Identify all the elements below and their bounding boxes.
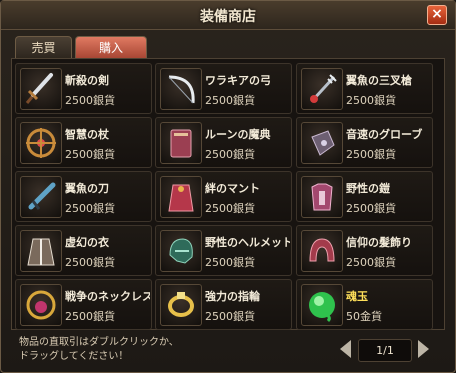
item-slot-tome[interactable]: ルーンの魔典 2500銀貨 <box>155 117 292 168</box>
item-slot-helmet[interactable]: 野性のヘルメット 2500銀貨 <box>155 225 292 276</box>
item-price: 2500銀貨 <box>205 148 255 161</box>
item-name: 野性の鎧 <box>346 182 390 195</box>
item-name: 智慧の杖 <box>65 128 109 141</box>
item-price: 2500銀貨 <box>205 256 255 269</box>
trade-hint-line2: ドラッグしてください！ <box>19 351 129 362</box>
item-slot-sword[interactable]: 斬殺の剣 2500銀貨 <box>15 63 152 114</box>
next-page-icon[interactable] <box>418 340 429 358</box>
page-indicator: 1/1 <box>358 339 412 362</box>
bow-icon <box>160 68 202 110</box>
item-price: 2500銀貨 <box>346 256 396 269</box>
item-name: 虚幻の衣 <box>65 236 109 249</box>
robe-icon <box>20 230 62 272</box>
trade-hint-line1: 物品の直取引はダブルクリックか、 <box>19 337 179 348</box>
sword-icon <box>20 68 62 110</box>
item-price: 2500銀貨 <box>65 202 115 215</box>
item-price: 2500銀貨 <box>205 310 255 323</box>
prev-page-icon[interactable] <box>340 340 351 358</box>
item-price: 2500銀貨 <box>346 202 396 215</box>
item-slot-blade[interactable]: 翼魚の刀 2500銀貨 <box>15 171 152 222</box>
item-name: 斬殺の剣 <box>65 74 109 87</box>
soul-orb-icon <box>301 284 343 326</box>
item-price: 2500銀貨 <box>205 94 255 107</box>
item-slot-bow[interactable]: ワラキアの弓 2500銀貨 <box>155 63 292 114</box>
equipment-shop-window: 装備商店 × 売買 購入 斬殺の剣 2500銀貨 ワラキアの弓 2500銀貨 翼… <box>0 0 456 373</box>
blade-icon <box>20 176 62 218</box>
item-name: 信仰の髪飾り <box>346 236 412 249</box>
item-slot-trident[interactable]: 翼魚の三叉槍 2500銀貨 <box>296 63 433 114</box>
staff-icon <box>20 122 62 164</box>
item-price: 2500銀貨 <box>65 256 115 269</box>
ring-icon <box>160 284 202 326</box>
item-slot-gloves[interactable]: 音速のグローブ 2500銀貨 <box>296 117 433 168</box>
item-price: 2500銀貨 <box>205 202 255 215</box>
item-name: 音速のグローブ <box>346 128 423 141</box>
window-title: 装備商店 <box>200 9 256 25</box>
item-slot-staff[interactable]: 智慧の杖 2500銀貨 <box>15 117 152 168</box>
item-name: 翼魚の三叉槍 <box>346 74 412 87</box>
title-bar[interactable]: 装備商店 × <box>1 1 455 30</box>
item-price: 2500銀貨 <box>65 94 115 107</box>
item-name: 魂玉 <box>346 290 368 303</box>
item-slot-ring[interactable]: 強力の指輪 2500銀貨 <box>155 279 292 330</box>
item-name: 絆のマント <box>205 182 260 195</box>
item-price: 2500銀貨 <box>65 148 115 161</box>
headdress-icon <box>301 230 343 272</box>
item-price: 2500銀貨 <box>65 310 115 323</box>
helmet-icon <box>160 230 202 272</box>
item-price: 50金貨 <box>346 310 382 323</box>
trade-hint: 物品の直取引はダブルクリックか、 ドラッグしてください！ <box>19 336 179 364</box>
item-name: ワラキアの弓 <box>205 74 271 87</box>
gauntlet-icon <box>301 122 343 164</box>
trident-icon <box>301 68 343 110</box>
item-slot-robe[interactable]: 虚幻の衣 2500銀貨 <box>15 225 152 276</box>
item-name: 野性のヘルメット <box>205 236 290 249</box>
item-name: 戦争のネックレス <box>65 290 150 303</box>
item-price: 2500銀貨 <box>346 94 396 107</box>
tab-buy[interactable]: 購入 <box>75 36 147 59</box>
tab-sell[interactable]: 売買 <box>15 36 72 59</box>
necklace-icon <box>20 284 62 326</box>
item-slot-soul-orb[interactable]: 魂玉 50金貨 <box>296 279 433 330</box>
item-slot-armor[interactable]: 野性の鎧 2500銀貨 <box>296 171 433 222</box>
armor-icon <box>301 176 343 218</box>
cloak-icon <box>160 176 202 218</box>
item-name: ルーンの魔典 <box>205 128 271 141</box>
item-price: 2500銀貨 <box>346 148 396 161</box>
item-name: 翼魚の刀 <box>65 182 109 195</box>
item-slot-headdress[interactable]: 信仰の髪飾り 2500銀貨 <box>296 225 433 276</box>
close-button[interactable]: × <box>427 5 447 25</box>
tome-icon <box>160 122 202 164</box>
item-slot-cloak[interactable]: 絆のマント 2500銀貨 <box>155 171 292 222</box>
item-name: 強力の指輪 <box>205 290 260 303</box>
item-slot-necklace[interactable]: 戦争のネックレス 2500銀貨 <box>15 279 152 330</box>
item-grid: 斬殺の剣 2500銀貨 ワラキアの弓 2500銀貨 翼魚の三叉槍 2500銀貨 … <box>11 58 445 330</box>
